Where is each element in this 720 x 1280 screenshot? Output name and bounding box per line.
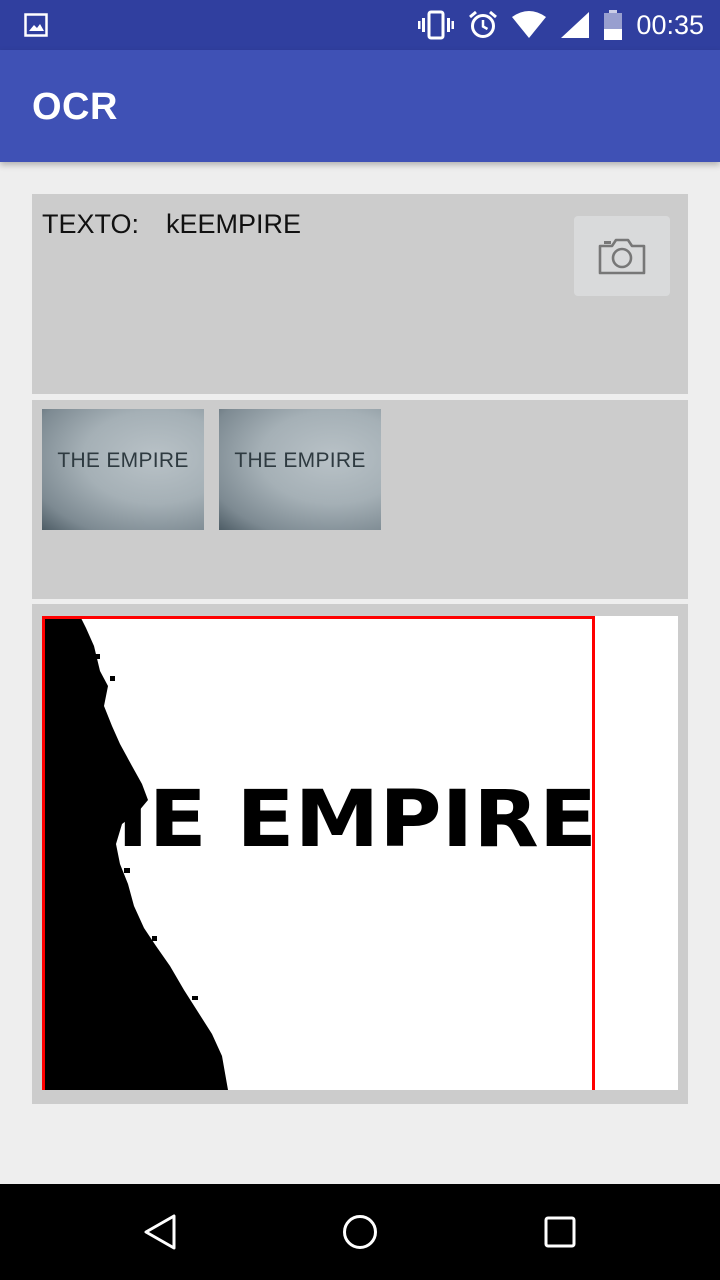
result-value: kEEMPIRE <box>166 209 302 239</box>
thumbnail-cropped[interactable]: THE EMPIRE <box>219 409 381 530</box>
gallery-icon <box>24 13 48 37</box>
battery-icon <box>604 10 623 40</box>
app-title: OCR <box>32 86 118 128</box>
processed-image-text: IE EMPIRE <box>117 775 597 865</box>
home-icon[interactable] <box>340 1212 380 1252</box>
camera-button[interactable] <box>574 216 670 296</box>
thumbnail-original[interactable]: THE EMPIRE <box>42 409 204 530</box>
wifi-icon <box>512 11 547 38</box>
binarized-image: IE EMPIRE <box>42 616 678 1090</box>
camera-icon <box>598 238 646 275</box>
thumbnail-text: THE EMPIRE <box>57 449 189 472</box>
thumbnails-panel: THE EMPIRE THE EMPIRE <box>32 400 688 599</box>
processed-image: IE EMPIRE <box>42 616 678 1090</box>
thumbnail-text: THE EMPIRE <box>234 449 366 472</box>
back-icon[interactable] <box>140 1212 180 1252</box>
alarm-icon <box>469 10 498 38</box>
vibrate-icon <box>418 10 455 40</box>
result-label: TEXTO: <box>42 209 140 239</box>
recents-icon[interactable] <box>540 1212 580 1252</box>
app-bar: OCR <box>0 50 720 162</box>
signal-icon <box>561 12 590 38</box>
result-panel: TEXTO: kEEMPIRE <box>32 194 688 394</box>
navigation-bar <box>0 1184 720 1280</box>
status-bar: 00:35 <box>0 0 720 50</box>
clock: 00:35 <box>636 9 704 40</box>
processed-image-panel: IE EMPIRE <box>32 604 688 1104</box>
